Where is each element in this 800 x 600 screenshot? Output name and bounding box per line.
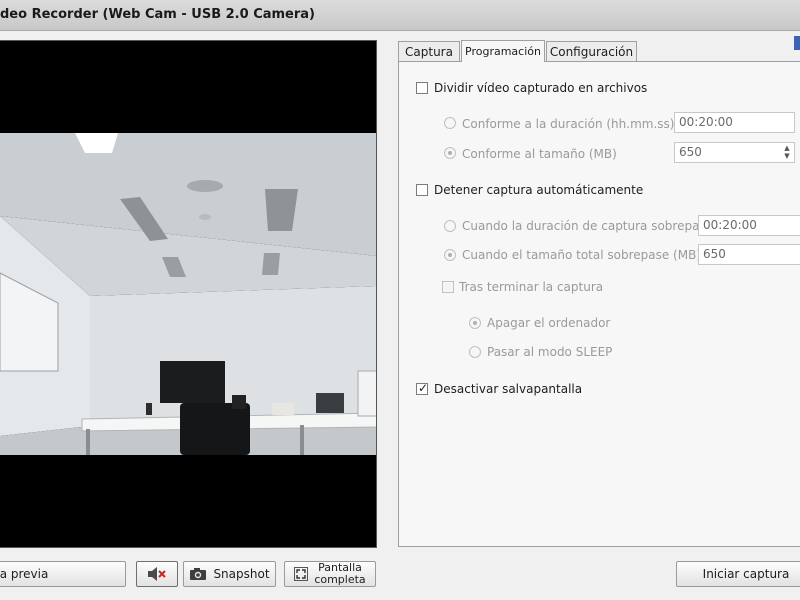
fullscreen-label: Pantalla completa (314, 562, 365, 586)
start-capture-label: Iniciar captura (702, 567, 790, 581)
schedule-panel: Dividir vídeo capturado en archivos Conf… (398, 61, 800, 547)
preview-button[interactable]: ta previa (0, 561, 126, 587)
fullscreen-label-line2: completa (314, 573, 366, 586)
after-capture-label: Tras terminar la captura (459, 280, 604, 294)
stop-by-size-radio[interactable] (444, 249, 456, 261)
split-size-value: 650 (679, 145, 702, 159)
split-by-size-label: Conforme al tamaño (MB) (462, 147, 617, 161)
camera-preview (0, 40, 377, 548)
checkmark-icon: ✓ (418, 381, 429, 395)
stop-duration-field[interactable]: 00:20:00 (698, 215, 800, 236)
start-capture-button[interactable]: Iniciar captura (676, 561, 800, 587)
split-by-duration-radio[interactable] (444, 117, 456, 129)
camera-icon (190, 568, 207, 580)
sleep-radio[interactable] (469, 346, 481, 358)
disable-screensaver-checkbox[interactable]: ✓ (416, 381, 429, 395)
fullscreen-icon (294, 567, 309, 581)
stop-by-size-label: Cuando el tamaño total sobrepase (MB) (462, 248, 701, 262)
mute-button[interactable] (136, 561, 178, 587)
split-by-duration-label: Conforme a la duración (hh.mm.ss) (462, 117, 675, 131)
window-title: deo Recorder (Web Cam - USB 2.0 Camera) (0, 7, 315, 22)
tab-configuracion[interactable]: Configuración (546, 41, 637, 61)
disable-screensaver-label: Desactivar salvapantalla (434, 382, 583, 396)
split-size-spinner-icon[interactable]: ▲ ▼ (782, 144, 792, 161)
split-duration-field[interactable]: 00:20:00 (674, 112, 795, 133)
tab-captura[interactable]: Captura (398, 41, 460, 61)
snapshot-button[interactable]: Snapshot (183, 561, 276, 587)
preview-button-label: ta previa (0, 567, 49, 581)
sleep-label: Pasar al modo SLEEP (487, 345, 613, 359)
split-by-size-radio[interactable] (444, 147, 456, 159)
window-accent (794, 36, 800, 50)
auto-stop-label: Detener captura automáticamente (434, 183, 644, 197)
snapshot-label: Snapshot (213, 567, 270, 581)
fullscreen-button[interactable]: Pantalla completa (284, 561, 376, 587)
auto-stop-checkbox[interactable] (416, 184, 428, 196)
split-video-label: Dividir vídeo capturado en archivos (434, 81, 648, 95)
shutdown-label: Apagar el ordenador (487, 316, 611, 330)
speaker-muted-icon (148, 567, 166, 581)
after-capture-checkbox[interactable] (442, 281, 454, 293)
split-size-field[interactable]: 650 ▲ ▼ (674, 142, 795, 163)
tab-programacion[interactable]: Programación (461, 40, 545, 62)
stop-size-field[interactable]: 650 (698, 244, 800, 265)
title-bar: deo Recorder (Web Cam - USB 2.0 Camera) (0, 0, 800, 31)
stop-by-duration-radio[interactable] (444, 220, 456, 232)
split-video-checkbox[interactable] (416, 82, 428, 94)
camera-feed-image (0, 41, 376, 547)
stop-by-duration-label: Cuando la duración de captura sobrepase (462, 219, 714, 233)
shutdown-radio[interactable] (469, 317, 481, 329)
